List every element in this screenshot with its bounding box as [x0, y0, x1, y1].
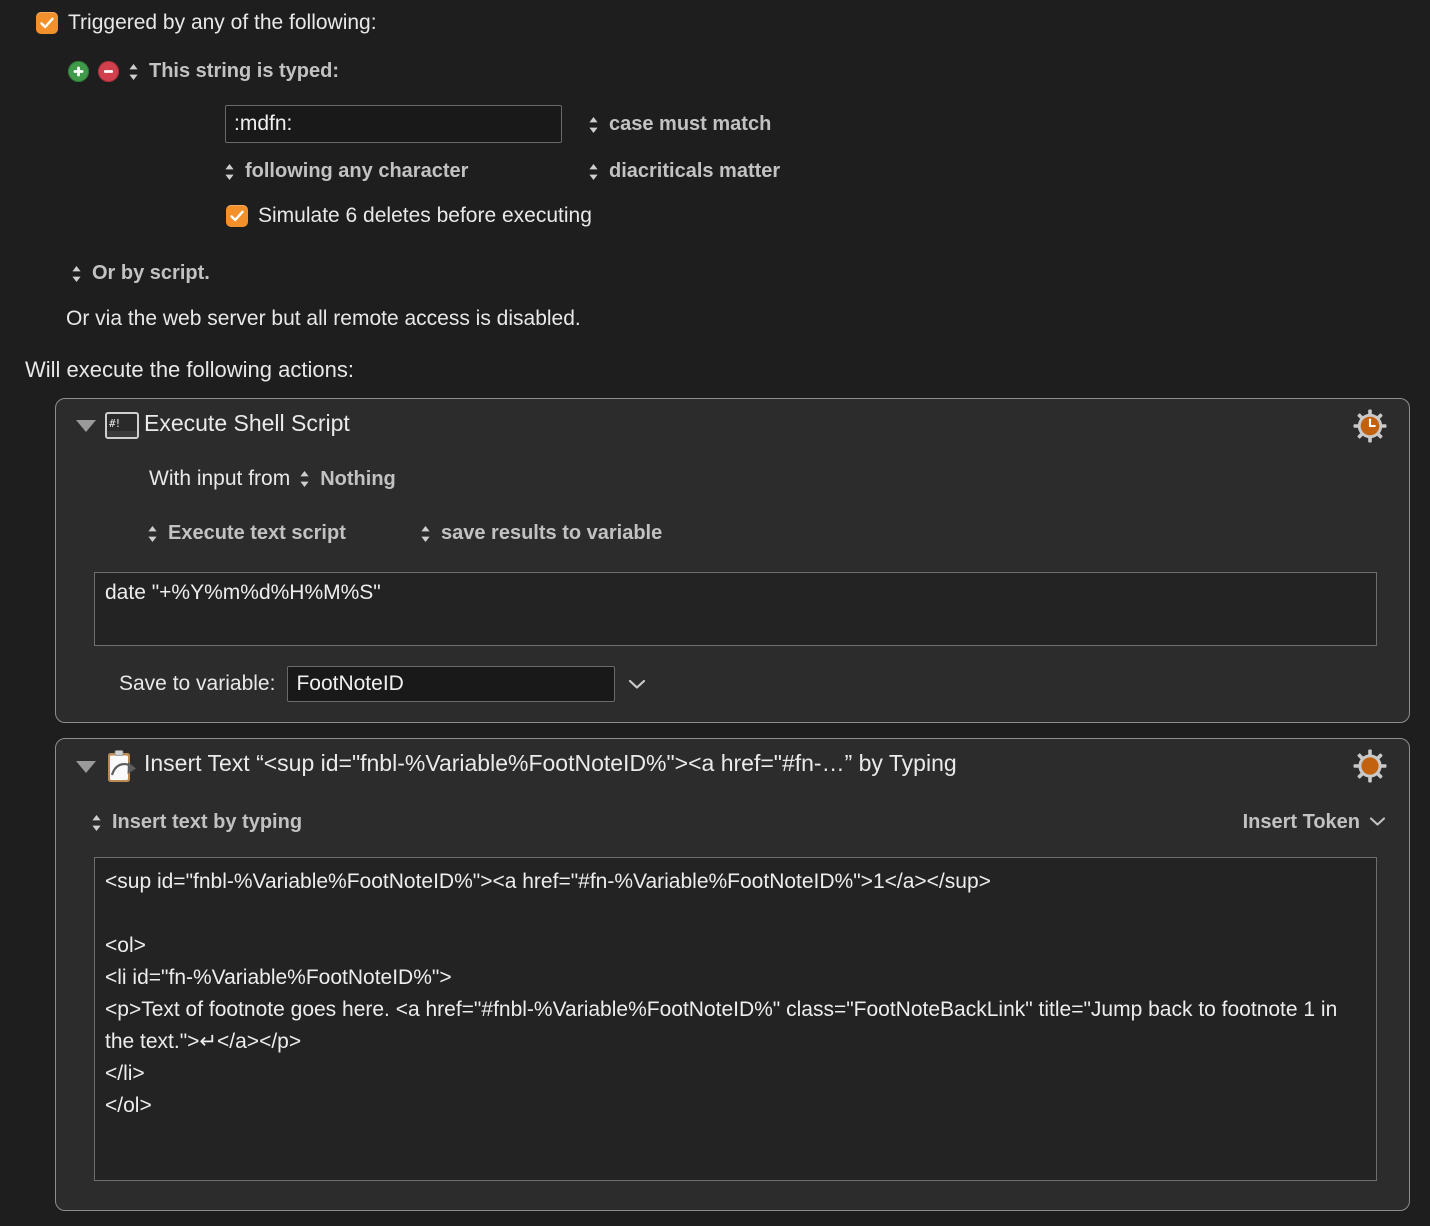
triggered-by-label: Triggered by any of the following: [68, 11, 377, 34]
execute-mode-popup-arrows[interactable] [147, 525, 159, 543]
simulate-deletes-checkbox[interactable] [226, 205, 248, 227]
execute-mode-popup[interactable]: Execute text script [147, 522, 346, 545]
results-mode-label[interactable]: save results to variable [441, 522, 662, 545]
insert-token-menu[interactable]: Insert Token [1243, 811, 1387, 834]
case-match-popup[interactable]: case must match [588, 113, 771, 136]
following-character-popup-arrows[interactable] [224, 163, 236, 181]
save-to-variable-row: Save to variable: [119, 666, 647, 702]
with-input-popup-arrows[interactable] [299, 470, 311, 488]
triggered-by-checkbox[interactable] [36, 12, 58, 34]
insert-mode-popup[interactable]: Insert text by typing [91, 811, 302, 834]
results-mode-popup[interactable]: save results to variable [420, 522, 662, 545]
simulate-deletes-row: Simulate 6 deletes before executing [226, 204, 592, 228]
trigger-type-label[interactable]: This string is typed: [149, 60, 339, 83]
save-to-variable-label: Save to variable: [119, 672, 276, 695]
diacriticals-label[interactable]: diacriticals matter [609, 160, 780, 183]
action-title-insert-text: Insert Text “<sup id="fnbl-%Variable%Foo… [144, 750, 957, 776]
variable-chevron-down-icon[interactable] [627, 673, 647, 695]
disclosure-triangle-insert-text[interactable] [76, 761, 96, 773]
or-by-script-popup-arrows[interactable] [71, 265, 83, 283]
with-input-value[interactable]: Nothing [320, 468, 396, 491]
actions-header: Will execute the following actions: [25, 357, 354, 382]
action-title-shell-script: Execute Shell Script [144, 410, 350, 436]
action-insert-text[interactable]: Insert Text “<sup id="fnbl-%Variable%Foo… [55, 738, 1410, 1211]
or-by-script-popup[interactable]: Or by script. [71, 262, 210, 285]
string-trigger-row: This string is typed: [68, 60, 339, 83]
insert-token-label[interactable]: Insert Token [1243, 811, 1360, 834]
trigger-string-input[interactable] [225, 105, 562, 143]
with-input-label: With input from [149, 467, 291, 490]
gear-clock-icon[interactable] [1353, 409, 1387, 443]
gear-icon[interactable] [1353, 749, 1387, 783]
clipboard-paste-icon [106, 749, 138, 785]
action-execute-shell-script[interactable]: #! Execute Shell Script With input from [55, 398, 1410, 723]
following-character-label[interactable]: following any character [245, 160, 468, 183]
remove-trigger-button[interactable] [98, 61, 119, 82]
diacriticals-popup-arrows[interactable] [588, 163, 600, 181]
insert-text-editor[interactable]: <sup id="fnbl-%Variable%FootNoteID%"><a … [94, 857, 1377, 1181]
simulate-deletes-label: Simulate 6 deletes before executing [258, 204, 592, 227]
trigger-header: Triggered by any of the following: [36, 11, 377, 35]
insert-mode-label[interactable]: Insert text by typing [112, 811, 302, 834]
web-server-note: Or via the web server but all remote acc… [66, 307, 581, 330]
case-match-popup-arrows[interactable] [588, 116, 600, 134]
insert-mode-popup-arrows[interactable] [91, 814, 103, 832]
case-match-label[interactable]: case must match [609, 113, 771, 136]
shell-script-icon: #! [105, 412, 139, 439]
results-mode-popup-arrows[interactable] [420, 525, 432, 543]
or-by-script-label[interactable]: Or by script. [92, 262, 210, 285]
insert-token-chevron-down-icon[interactable] [1368, 811, 1387, 834]
save-to-variable-input[interactable] [287, 666, 616, 702]
with-input-row: With input from Nothing [149, 467, 396, 491]
execute-mode-label[interactable]: Execute text script [168, 522, 346, 545]
add-trigger-button[interactable] [68, 61, 89, 82]
diacriticals-popup[interactable]: diacriticals matter [588, 160, 780, 183]
trigger-type-popup-arrows[interactable] [128, 63, 140, 81]
following-character-popup[interactable]: following any character [224, 160, 468, 183]
disclosure-triangle-shell-script[interactable] [76, 420, 96, 432]
shell-script-editor[interactable]: date "+%Y%m%d%H%M%S" [94, 572, 1377, 646]
